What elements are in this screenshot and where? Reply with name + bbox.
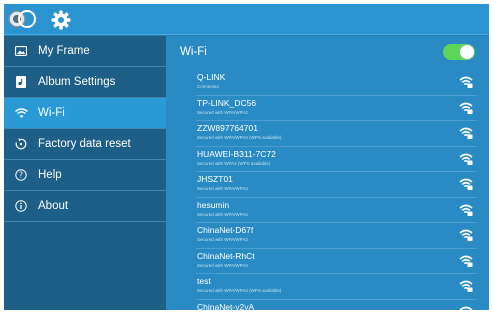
network-item[interactable]: hesumin Secured with WPA/WPA2	[196, 198, 477, 223]
wifi-lock-icon	[459, 127, 473, 139]
network-status: Secured with WPA2 (WPS available)	[197, 160, 271, 166]
network-status: Secured with WPA/WPA2	[197, 262, 248, 268]
svg-text:?: ?	[19, 171, 23, 180]
wifi-lock-icon	[459, 280, 473, 292]
network-item[interactable]: ChinaNet-y2yA	[196, 300, 477, 311]
network-name: hesumin	[197, 199, 230, 210]
sidebar-item-my-frame[interactable]: My Frame	[4, 36, 166, 67]
network-item[interactable]: JHSZT01 Secured with WPA/WPA2	[196, 172, 477, 198]
sidebar-item-album-settings[interactable]: Album Settings	[4, 67, 166, 98]
app-window: My Frame Album Settings Wi-Fi Factory da…	[4, 4, 489, 310]
gear-icon[interactable]	[50, 7, 72, 32]
wifi-icon	[4, 108, 38, 118]
network-name: TP-LINK_DC56	[197, 97, 257, 108]
sidebar-item-label: My Frame	[38, 45, 90, 57]
network-item[interactable]: TP-LINK_DC56 Secured with WPA/WPA2	[196, 96, 477, 121]
network-status: Secured with WPA/WPA2	[197, 186, 248, 191]
settings-sidebar: My Frame Album Settings Wi-Fi Factory da…	[4, 36, 166, 310]
sidebar-item-about[interactable]: About	[4, 191, 166, 222]
network-name: JHSZT01	[197, 174, 233, 184]
sidebar-item-label: Album Settings	[38, 76, 116, 88]
network-status: Secured with WPA/WPA2	[197, 211, 248, 217]
network-status: Secured with WPA/WPA2 (WPS available)	[197, 135, 282, 140]
network-status: Secured with WPA/WPA2	[197, 237, 248, 242]
network-name: test	[197, 276, 211, 286]
network-name: ChinaNet-D67f	[197, 225, 254, 235]
network-name: ChinaNet-y2yA	[197, 301, 255, 311]
sidebar-item-help[interactable]: ? Help	[4, 160, 166, 191]
network-status: Secured with WPA/WPA2	[197, 109, 248, 115]
network-item[interactable]: ZZW897764701 Secured with WPA/WPA2 (WPS …	[196, 121, 477, 147]
sidebar-item-factory-reset[interactable]: Factory data reset	[4, 129, 166, 160]
sidebar-item-label: Wi-Fi	[38, 107, 65, 119]
network-name: HUAWEI-B311-7C72	[197, 148, 276, 159]
reset-icon	[4, 138, 38, 150]
sidebar-item-label: About	[38, 200, 69, 212]
network-status: Secured with WPA/WPA2 (WPS available)	[197, 288, 282, 293]
sidebar-item-wifi[interactable]: Wi-Fi	[4, 98, 166, 129]
picture-frame-icon	[4, 46, 38, 56]
wifi-lock-icon	[459, 255, 473, 267]
network-status: Connected	[197, 84, 219, 89]
wifi-toggle[interactable]	[443, 44, 475, 60]
info-icon	[4, 200, 38, 212]
network-item[interactable]: HUAWEI-B311-7C72 Secured with WPA2 (WPS …	[196, 147, 477, 172]
wifi-title: Wi-Fi	[180, 46, 207, 58]
wifi-lock-icon	[459, 204, 473, 216]
album-icon	[4, 76, 38, 88]
network-name: ZZW897764701	[197, 123, 258, 133]
wifi-signal-icon	[459, 76, 473, 88]
gallery-icon[interactable]	[8, 7, 38, 32]
network-item[interactable]: Q-LINK Connected	[196, 70, 477, 96]
wifi-lock-icon	[459, 306, 473, 310]
network-name: Q-LINK	[197, 72, 226, 82]
top-bar	[4, 4, 489, 35]
toggle-knob	[460, 45, 474, 59]
wifi-lock-icon	[459, 229, 473, 241]
network-item[interactable]: test Secured with WPA/WPA2 (WPS availabl…	[196, 274, 477, 300]
network-item[interactable]: ChinaNet-RhCt Secured with WPA/WPA2	[196, 249, 477, 274]
sidebar-item-label: Help	[38, 169, 62, 181]
help-icon: ?	[4, 169, 38, 181]
wifi-lock-icon	[459, 102, 473, 114]
wifi-panel: Wi-Fi Q-LINK Connected TP-LINK_DC56 Secu…	[166, 36, 489, 310]
wifi-lock-icon	[459, 153, 473, 165]
sidebar-item-label: Factory data reset	[38, 138, 131, 150]
network-item[interactable]: ChinaNet-D67f Secured with WPA/WPA2	[196, 223, 477, 249]
wifi-header: Wi-Fi	[166, 36, 489, 68]
network-list: Q-LINK Connected TP-LINK_DC56 Secured wi…	[166, 70, 489, 310]
network-name: ChinaNet-RhCt	[197, 250, 255, 261]
wifi-lock-icon	[459, 178, 473, 190]
